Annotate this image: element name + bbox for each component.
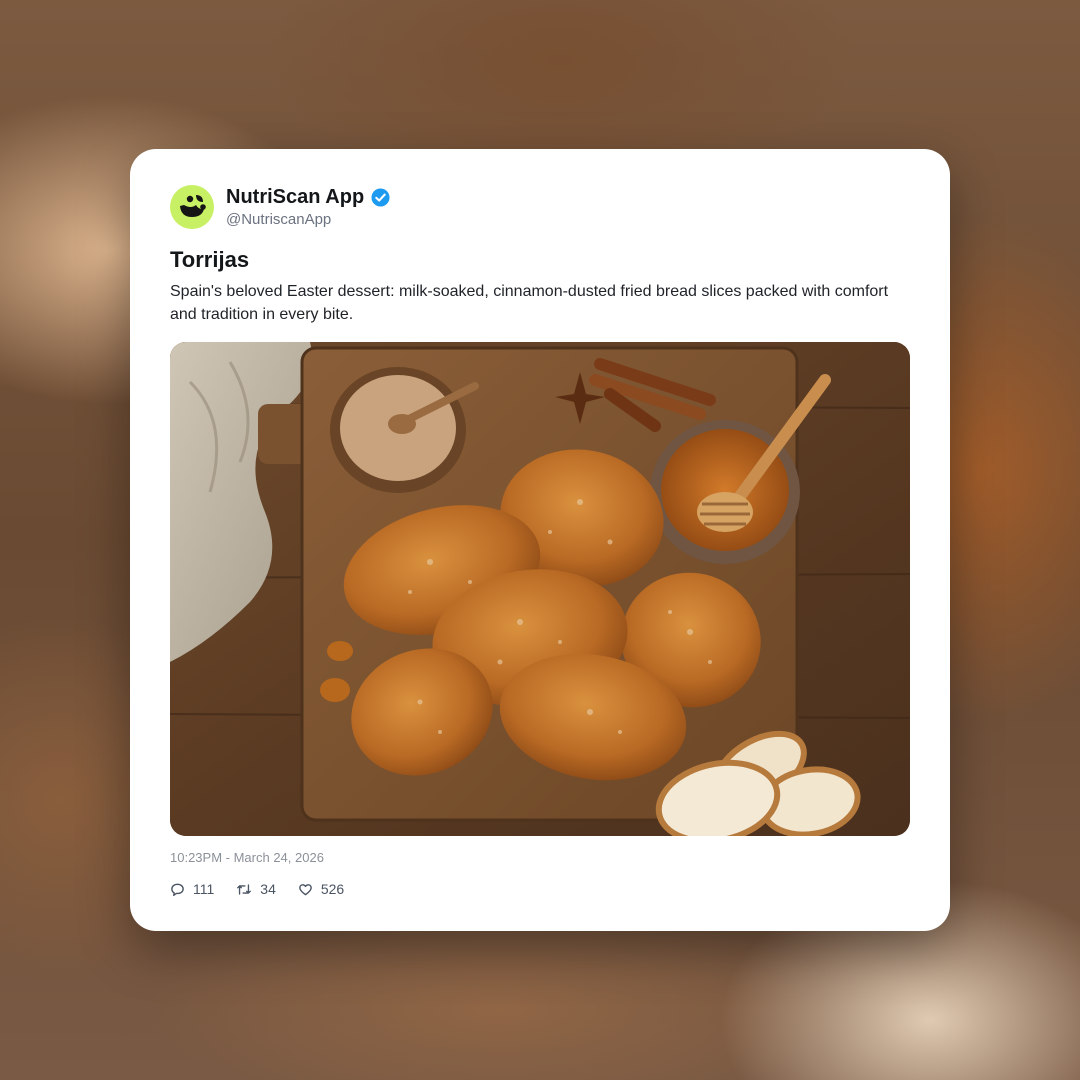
post-actions: 111 34 526: [170, 881, 366, 897]
torrijas-photo: [170, 342, 910, 836]
like-button[interactable]: 526: [298, 881, 344, 897]
reply-icon: [171, 883, 184, 896]
author-row: NutriScan App: [226, 186, 390, 209]
nutriscan-logo-icon: [180, 195, 206, 217]
post-card: NutriScan App @NutriscanApp Torrijas Spa…: [130, 149, 950, 931]
like-count: 526: [320, 881, 345, 897]
post-timestamp: 10:23PM - March 24, 2026: [170, 850, 324, 865]
post-description: Spain's beloved Easter dessert: milk-soa…: [170, 283, 889, 323]
post-title: Torrijas: [170, 247, 250, 272]
repost-button[interactable]: 34: [236, 881, 276, 897]
reply-button[interactable]: 111: [170, 881, 214, 897]
verified-badge-icon: [371, 188, 390, 207]
repost-icon: [237, 883, 252, 895]
post-image[interactable]: [170, 342, 910, 836]
author-handle[interactable]: @NutriscanApp: [226, 211, 331, 228]
avatar[interactable]: [170, 185, 214, 229]
heart-icon: [299, 883, 312, 895]
author-name[interactable]: NutriScan App: [226, 186, 364, 209]
reply-count: 111: [193, 881, 215, 897]
repost-count: 34: [260, 881, 276, 897]
